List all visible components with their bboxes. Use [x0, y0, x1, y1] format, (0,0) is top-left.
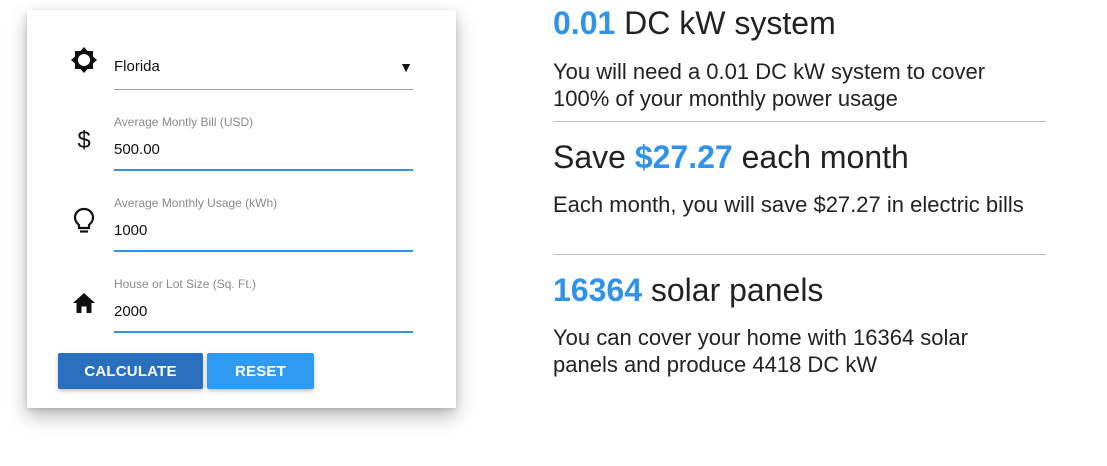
sun-icon — [69, 45, 99, 75]
size-label: House or Lot Size (Sq. Ft.) — [114, 277, 257, 291]
location-value: Florida — [114, 58, 160, 75]
system-title-suffix: DC kW system — [615, 5, 836, 41]
size-row: House or Lot Size (Sq. Ft.) 2000 — [27, 274, 456, 334]
calculate-button[interactable]: CALCULATE — [58, 353, 203, 389]
bill-input[interactable]: 500.00 — [114, 141, 160, 158]
location-underline — [114, 89, 413, 90]
divider-1 — [553, 121, 1046, 122]
size-input[interactable]: 2000 — [114, 303, 147, 320]
size-underline — [114, 331, 413, 333]
savings-title: Save $27.27 each month — [553, 139, 909, 176]
chevron-down-icon[interactable]: ▼ — [399, 59, 413, 75]
usage-field[interactable]: Average Monthly Usage (kWh) 1000 — [114, 193, 413, 253]
panels-description: You can cover your home with 16364 solar… — [553, 325, 968, 377]
bill-label: Average Montly Bill (USD) — [114, 115, 254, 129]
panels-value: 16364 — [553, 272, 642, 308]
bill-row: $ Average Montly Bill (USD) 500.00 — [27, 112, 456, 172]
savings-prefix: Save — [553, 139, 635, 175]
bill-underline — [114, 169, 413, 171]
panels-title: 16364 solar panels — [553, 272, 823, 309]
savings-value: $27.27 — [634, 139, 733, 175]
system-description: You will need a 0.01 DC kW system to cov… — [553, 59, 986, 111]
system-title: 0.01 DC kW system — [553, 5, 836, 42]
usage-row: Average Monthly Usage (kWh) 1000 — [27, 193, 456, 253]
panels-title-suffix: solar panels — [641, 272, 824, 308]
location-select[interactable]: Florida ▼ — [114, 43, 413, 93]
size-field[interactable]: House or Lot Size (Sq. Ft.) 2000 — [114, 274, 413, 334]
usage-input[interactable]: 1000 — [114, 222, 147, 239]
system-value: 0.01 — [553, 5, 616, 41]
reset-button[interactable]: RESET — [207, 353, 314, 389]
dollar-icon: $ — [77, 127, 91, 154]
savings-title-suffix: each month — [732, 139, 909, 175]
calculator-card: Florida ▼ $ Average Montly Bill (USD) 50… — [27, 10, 456, 408]
lightbulb-icon — [69, 206, 99, 236]
divider-2 — [553, 254, 1046, 255]
home-icon — [69, 288, 99, 318]
savings-description: Each month, you will save $27.27 in elec… — [553, 192, 1024, 217]
usage-underline — [114, 250, 413, 252]
location-row: Florida ▼ — [27, 43, 456, 93]
bill-field[interactable]: Average Montly Bill (USD) 500.00 — [114, 112, 413, 172]
usage-label: Average Monthly Usage (kWh) — [114, 196, 278, 210]
